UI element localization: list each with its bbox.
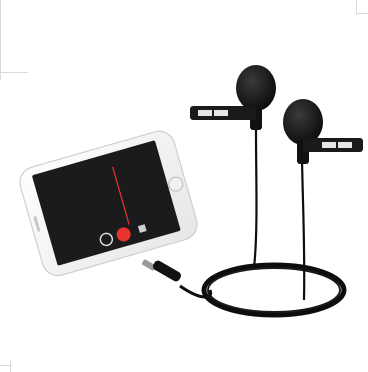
mic-cables	[252, 129, 306, 301]
audio-jack	[141, 259, 182, 282]
lavalier-mic-2	[283, 99, 363, 164]
product-photo	[19, 65, 363, 318]
lavalier-mic-1	[190, 65, 276, 130]
cable-coil	[201, 262, 347, 318]
smartphone	[19, 130, 198, 277]
